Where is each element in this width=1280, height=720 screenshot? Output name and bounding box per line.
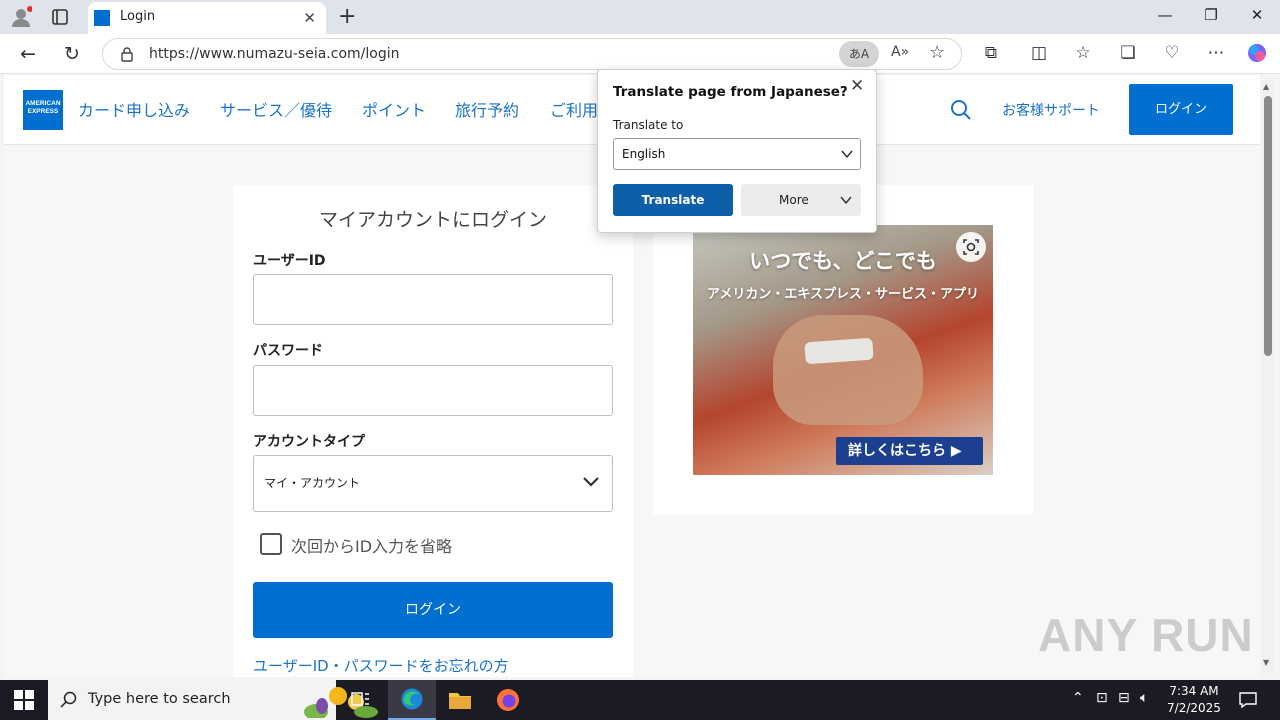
remember-id-label[interactable]: 次回からID入力を省略 <box>291 533 452 557</box>
nav-points[interactable]: ポイント <box>362 97 426 121</box>
tray-overflow-icon[interactable]: ⌃ <box>1072 690 1084 706</box>
customer-support-link[interactable]: お客様サポート <box>1002 100 1100 120</box>
new-tab-icon[interactable]: + <box>338 4 356 29</box>
search-icon[interactable] <box>950 99 972 121</box>
account-type-select[interactable]: マイ・アカウント <box>253 455 613 512</box>
back-icon[interactable]: ← <box>16 42 40 66</box>
user-id-label: ユーザーID <box>253 253 326 269</box>
site-info-icon[interactable] <box>119 46 135 62</box>
chevron-down-icon <box>840 196 852 205</box>
password-input[interactable] <box>253 365 613 416</box>
url-text[interactable]: https://www.numazu-seia.com/login <box>149 46 399 62</box>
browser-toolbar: ← ↻ https://www.numazu-seia.com/login あA… <box>0 34 1280 74</box>
address-bar[interactable]: https://www.numazu-seia.com/login あA A» … <box>102 38 962 70</box>
account-type-label: アカウントタイプ <box>253 434 365 450</box>
promo-hands-shape <box>773 315 923 425</box>
browser-tab-active[interactable]: Login ✕ <box>88 2 326 34</box>
edge-taskbar-icon[interactable] <box>388 680 436 720</box>
refresh-icon[interactable]: ↻ <box>60 42 84 66</box>
nav-card-apply[interactable]: カード申し込み <box>78 97 190 121</box>
taskbar-search-box[interactable]: Type here to search <box>48 680 378 720</box>
windows-start-icon[interactable] <box>14 690 34 710</box>
translate-to-label: Translate to <box>613 118 684 132</box>
notifications-icon[interactable] <box>1238 690 1258 710</box>
translate-language-select[interactable]: English <box>613 138 861 170</box>
volume-icon[interactable]: 🔈︎ <box>1140 690 1148 706</box>
split-screen-icon[interactable]: ◫ <box>1027 43 1051 63</box>
promo-details-button[interactable]: 詳しくはこちら ▶ <box>836 437 983 465</box>
amex-logo[interactable]: AMERICAN EXPRESS <box>23 90 63 130</box>
copilot-icon[interactable] <box>1246 42 1268 64</box>
amex-favicon-icon <box>94 10 110 26</box>
translate-popup: Translate page from Japanese? ✕ Translat… <box>597 69 877 233</box>
page-scrollbar[interactable]: ▲ ▼ <box>1262 80 1274 672</box>
remember-id-checkbox[interactable] <box>260 533 282 555</box>
password-label: パスワード <box>253 343 323 359</box>
scrollbar-thumb[interactable] <box>1264 96 1272 356</box>
login-card: マイアカウントにログイン ユーザーID パスワード アカウントタイプ マイ・アカ… <box>233 185 633 677</box>
header-login-button[interactable]: ログイン <box>1129 84 1233 135</box>
clock-date: 7/2/2025 <box>1167 701 1221 715</box>
settings-more-icon[interactable]: ⋯ <box>1204 43 1228 63</box>
task-view-icon[interactable] <box>336 680 384 720</box>
tab-actions-icon[interactable] <box>50 7 70 27</box>
user-id-input[interactable] <box>253 274 613 325</box>
add-favorite-icon[interactable]: ☆ <box>929 42 945 63</box>
firefox-icon[interactable] <box>484 680 532 720</box>
window-close-icon[interactable]: ✕ <box>1242 6 1272 24</box>
scroll-up-icon[interactable]: ▲ <box>1263 82 1269 91</box>
chevron-down-icon <box>841 150 853 159</box>
translate-close-icon[interactable]: ✕ <box>850 76 864 96</box>
translate-language-value: English <box>622 147 666 161</box>
promo-subline: アメリカン・エキスプレス・サービス・アプリ <box>707 287 979 302</box>
collections-icon[interactable]: ❏ <box>1116 43 1140 63</box>
favorites-icon[interactable]: ☆ <box>1071 43 1095 63</box>
nav-usage[interactable]: ご利用 <box>550 97 598 121</box>
browser-title-bar: Login ✕ + — ❐ ✕ <box>0 0 1280 34</box>
read-aloud-icon[interactable]: A» <box>891 44 909 60</box>
translate-popup-title: Translate page from Japanese? <box>613 84 848 100</box>
login-submit-button[interactable]: ログイン <box>253 582 613 638</box>
scroll-down-icon[interactable]: ▼ <box>1263 658 1269 667</box>
promo-banner-image[interactable]: いつでも、どこでも アメリカン・エキスプレス・サービス・アプリ 詳しくはこちら … <box>693 225 993 475</box>
promo-phone-shape <box>804 337 874 365</box>
profile-avatar-icon[interactable] <box>10 6 32 28</box>
translate-button[interactable]: Translate <box>613 184 733 216</box>
taskbar-clock[interactable]: 7:34 AM 7/2/2025 <box>1160 683 1228 717</box>
taskbar-search-placeholder[interactable]: Type here to search <box>88 691 231 707</box>
translate-more-button[interactable]: More <box>741 184 861 216</box>
clock-time: 7:34 AM <box>1169 684 1219 698</box>
visual-search-icon[interactable] <box>956 232 986 262</box>
translate-icon[interactable]: あA <box>839 41 879 67</box>
account-type-value: マイ・アカウント <box>264 476 361 490</box>
promo-card: いつでも、どこでも アメリカン・エキスプレス・サービス・アプリ 詳しくはこちら … <box>653 185 1033 515</box>
nav-travel[interactable]: 旅行予約 <box>455 97 519 121</box>
file-explorer-icon[interactable] <box>436 680 484 720</box>
restore-icon[interactable]: ❐ <box>1196 6 1226 24</box>
login-title: マイアカウントにログイン <box>318 209 547 231</box>
translate-more-label: More <box>779 193 809 207</box>
search-icon <box>60 691 77 708</box>
tab-title: Login <box>120 9 156 24</box>
promo-headline: いつでも、どこでも <box>749 249 937 273</box>
network-icon[interactable]: ⊟ <box>1118 690 1130 706</box>
extensions-icon[interactable]: ⧉ <box>979 43 1003 63</box>
nav-services[interactable]: サービス／優待 <box>220 97 332 121</box>
tray-device-icon[interactable]: ⊡ <box>1096 690 1108 706</box>
windows-taskbar: Type here to search ⌃ ⊡ ⊟ 🔈︎ 7:34 AM 7/2… <box>0 680 1280 720</box>
forgot-credentials-link[interactable]: ユーザーID・パスワードをお忘れの方 <box>253 655 509 676</box>
tab-close-icon[interactable]: ✕ <box>303 9 316 27</box>
anyrun-watermark: ANY RUN <box>1038 609 1254 661</box>
chevron-down-icon <box>583 477 599 487</box>
minimize-icon[interactable]: — <box>1150 6 1180 24</box>
browser-essentials-icon[interactable]: ♡ <box>1160 43 1184 63</box>
